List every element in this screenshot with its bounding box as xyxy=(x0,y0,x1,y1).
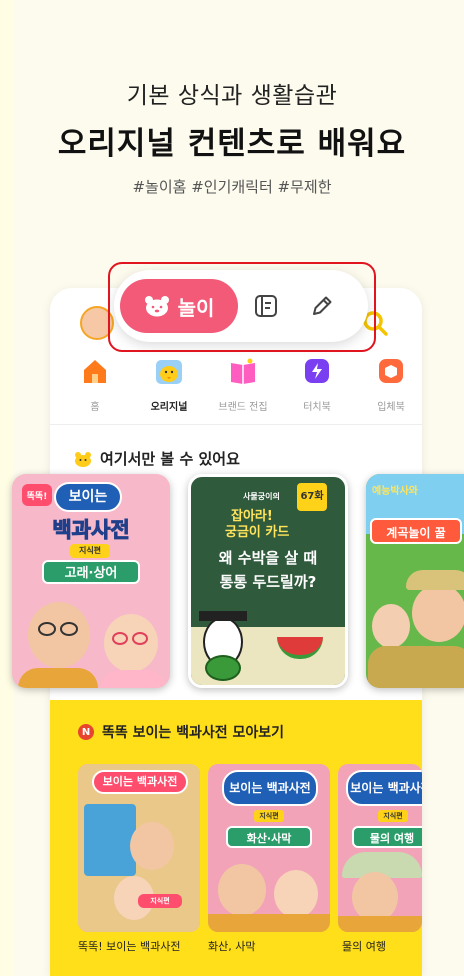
episode-number: 67화 xyxy=(297,483,327,511)
card-top-label: 예능박사와 xyxy=(372,486,418,497)
category-original[interactable]: 오리지널 xyxy=(132,356,206,413)
collection-caption: 물의 여행 xyxy=(342,940,386,953)
host-shirt xyxy=(100,670,166,688)
category-home[interactable]: 홈 xyxy=(58,356,132,413)
thumb-topic: 물의 여행 xyxy=(352,826,422,848)
category-touchbook[interactable]: 터치북 xyxy=(280,356,354,413)
thumb-topic: 화산·사막 xyxy=(226,826,312,848)
glasses xyxy=(38,622,56,636)
host-face xyxy=(352,872,398,922)
host-shirt xyxy=(208,914,330,932)
collection-title: N 똑똑 보이는 백과사전 모아보기 xyxy=(78,722,284,742)
character-icon xyxy=(156,360,182,384)
thumb-tag: 지식편 xyxy=(138,894,182,908)
card-topic: 고래·상어 xyxy=(42,560,140,584)
collection-title-label: 똑똑 보이는 백과사전 모아보기 xyxy=(102,725,285,741)
lightning-icon xyxy=(305,359,329,383)
highlight-box xyxy=(108,262,376,352)
collection-item[interactable]: 보이는 백과사전 지식편 xyxy=(78,764,200,932)
host-face xyxy=(130,822,174,870)
card-question-2: 통통 두드릴까? xyxy=(219,573,317,591)
watermelon xyxy=(205,655,241,681)
hashtags: #놀이홈 #인기캐릭터 #무제한 xyxy=(132,178,332,196)
host-face xyxy=(372,604,410,648)
collection-caption: 똑똑! 보이는 백과사전 xyxy=(78,940,181,953)
glasses xyxy=(132,632,148,645)
graduation-cap xyxy=(199,611,247,621)
collection-caption: 화산, 사막 xyxy=(208,940,256,953)
glasses xyxy=(112,632,128,645)
category-label: 브랜드 전집 xyxy=(218,402,268,413)
headline-title: 오리지널 컨텐츠로 배워요 xyxy=(57,126,407,162)
bear-icon xyxy=(75,451,91,467)
host-shirt xyxy=(18,668,98,688)
card-title-line1: 보이는 xyxy=(54,482,122,512)
book-cover xyxy=(84,804,136,876)
card-title-line2: 백과사전 xyxy=(52,518,130,543)
host-face xyxy=(412,584,464,642)
category-brand-collection[interactable]: 브랜드 전집 xyxy=(206,356,280,413)
content-card-encyclopedia[interactable]: 똑똑! 보이는 백과사전 지식편 고래·상어 xyxy=(12,474,170,688)
host-face xyxy=(104,614,158,672)
new-badge: N xyxy=(78,724,94,740)
category-popup-book[interactable]: 입체북 xyxy=(354,356,428,413)
thumb-tag: 지식편 xyxy=(254,810,284,822)
exclusive-section-title: 여기서만 볼 수 있어요 xyxy=(74,448,240,469)
category-label: 터치북 xyxy=(303,402,331,413)
category-nav: 홈 오리지널 브랜드 전집 터치북 입체북 xyxy=(68,356,418,413)
host-face xyxy=(218,864,266,916)
explorer-hat xyxy=(406,570,464,590)
card-question-1: 왜 수박을 살 때 xyxy=(218,549,318,567)
collection-item[interactable]: 보이는 백과사전 지식편 화산·사막 xyxy=(208,764,330,932)
headline-subtitle: 기본 상식과 생활습관 xyxy=(126,83,338,109)
host-face xyxy=(274,870,318,918)
collection-section: N 똑똑 보이는 백과사전 모아보기 보이는 백과사전 지식편 똑똑! 보이는 … xyxy=(50,700,422,976)
category-label: 오리지널 xyxy=(150,402,188,413)
category-label: 입체북 xyxy=(377,402,405,413)
thumb-title: 보이는 백과사전 xyxy=(92,770,188,794)
book-icon xyxy=(231,358,255,384)
thumb-tag: 지식편 xyxy=(378,810,408,822)
box-icon xyxy=(379,359,403,383)
host-shirt xyxy=(368,646,464,688)
host-face xyxy=(28,602,90,668)
card-title: 계곡놀이 꿀 xyxy=(370,518,462,544)
card-badge: 똑똑! xyxy=(22,484,52,506)
page: 기본 상식과 생활습관 오리지널 컨텐츠로 배워요 #놀이홈 #인기캐릭터 #무… xyxy=(0,0,464,976)
content-card-valley[interactable]: 예능박사와 계곡놀이 꿀 xyxy=(366,474,464,688)
card-label-2: 궁금이 카드 xyxy=(225,525,290,540)
thumb-title: 보이는 백과사전 xyxy=(222,770,318,806)
collection-item[interactable]: 보이는 백과사전 지식편 물의 여행 xyxy=(338,764,422,932)
card-tag: 지식편 xyxy=(70,544,110,558)
thumb-title: 보이는 백과사전 xyxy=(346,770,422,806)
card-top-label: 사물궁이의 xyxy=(243,492,280,501)
category-label: 홈 xyxy=(90,402,100,413)
divider xyxy=(50,424,422,425)
host-shirt xyxy=(338,916,422,932)
glasses xyxy=(60,622,78,636)
exclusive-section-label: 여기서만 볼 수 있어요 xyxy=(100,450,240,468)
house-icon xyxy=(84,360,106,383)
content-card-curiosity[interactable]: 사물궁이의 67화 잡아라! 궁금이 카드 왜 수박을 살 때 통통 두드릴까? xyxy=(188,474,348,688)
